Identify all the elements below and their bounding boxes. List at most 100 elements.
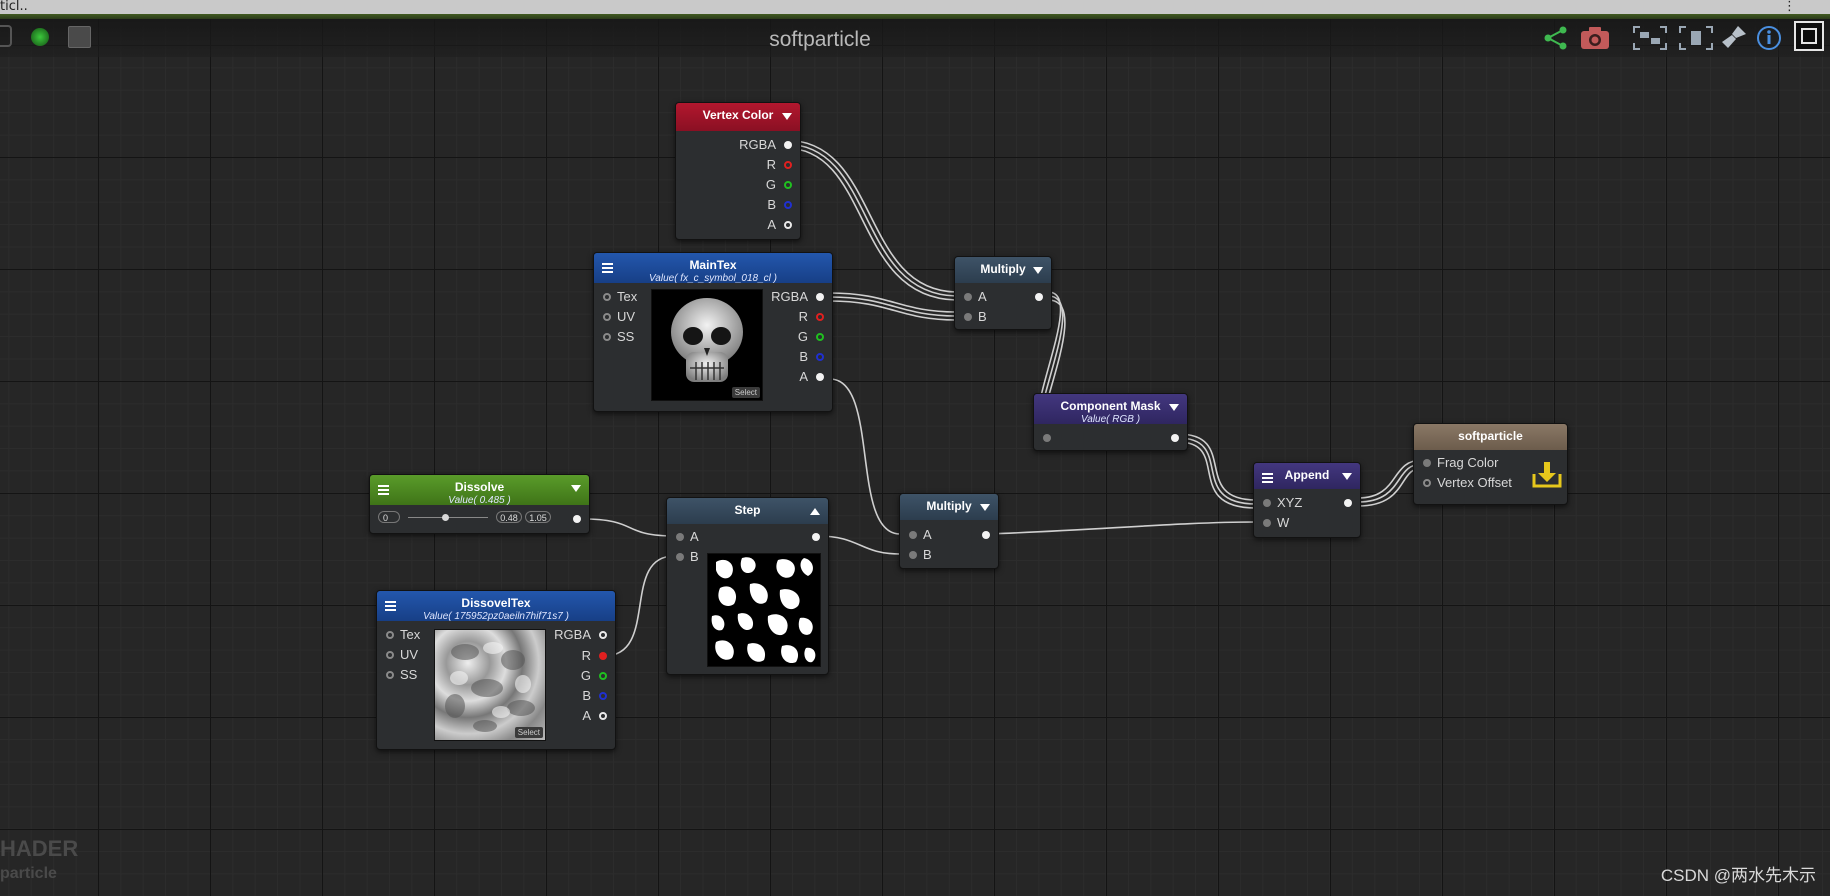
dissoveltex-node[interactable]: DissovelTex Value( 175952pz0aeiln7hif71s… (376, 590, 616, 750)
focus-selection-icon[interactable] (1632, 25, 1668, 51)
save-download-icon[interactable] (1531, 460, 1563, 490)
input-port-xyz[interactable] (1263, 499, 1271, 507)
collapse-arrow-icon[interactable] (1169, 404, 1179, 411)
input-label: A (923, 527, 932, 542)
output-port-a[interactable] (599, 712, 607, 720)
dissolve-mask-image (711, 557, 816, 664)
output-port[interactable] (982, 531, 990, 539)
input-label: XYZ (1277, 495, 1303, 510)
dissolve-header[interactable]: Dissolve Value( 0.485 ) (370, 475, 589, 506)
value-slider-thumb[interactable] (441, 514, 449, 521)
output-port-r[interactable] (816, 313, 824, 321)
output-master-node[interactable]: softparticle Frag Color Vertex Offset (1413, 423, 1568, 505)
collapse-arrow-icon[interactable] (1033, 267, 1043, 274)
output-port-r[interactable] (599, 652, 607, 660)
output-port-rgba[interactable] (816, 293, 824, 301)
share-icon[interactable] (1543, 26, 1569, 52)
input-port-ss[interactable] (386, 671, 394, 679)
multiply-header[interactable]: Multiply (900, 494, 998, 520)
info-icon[interactable] (1756, 25, 1782, 51)
output-port[interactable] (812, 533, 820, 541)
input-port-b[interactable] (909, 551, 917, 559)
collapse-arrow-icon[interactable] (782, 113, 792, 120)
output-port-a[interactable] (816, 373, 824, 381)
select-texture-button[interactable]: Select (731, 387, 760, 398)
component-mask-node[interactable]: Component Mask Value( RGB ) (1033, 393, 1188, 451)
output-port-g[interactable] (816, 333, 824, 341)
output-port[interactable] (1171, 434, 1179, 442)
vertex-color-node[interactable]: Vertex Color RGBA R G B A (675, 102, 801, 240)
input-port-a[interactable] (909, 531, 917, 539)
input-label: B (690, 549, 699, 564)
output-port[interactable] (1344, 499, 1352, 507)
output-port[interactable] (1035, 293, 1043, 301)
output-port-b[interactable] (784, 201, 792, 209)
input-port-a[interactable] (964, 293, 972, 301)
multiply-node-1[interactable]: Multiply A B (954, 256, 1052, 330)
slider-min-field[interactable]: 0 (378, 511, 400, 523)
step-header[interactable]: Step (667, 498, 828, 524)
node-menu-icon[interactable] (1262, 473, 1273, 485)
output-port-rgba[interactable] (784, 141, 792, 149)
expand-arrow-icon[interactable] (810, 508, 820, 515)
output-port-a[interactable] (784, 221, 792, 229)
shader-logo-line2: particle (0, 865, 57, 882)
output-port-r[interactable] (784, 161, 792, 169)
output-port-g[interactable] (784, 181, 792, 189)
value-slider-track[interactable] (408, 514, 488, 521)
node-menu-icon[interactable] (385, 601, 396, 613)
input-port-vertex-offset[interactable] (1423, 479, 1431, 487)
maximize-icon[interactable] (1794, 21, 1824, 51)
multiply-header[interactable]: Multiply (955, 257, 1051, 283)
output-port-b[interactable] (599, 692, 607, 700)
output-label: R (766, 157, 776, 172)
node-menu-icon[interactable] (378, 485, 389, 497)
multiply-node-2[interactable]: Multiply A B (899, 493, 999, 569)
record-icon[interactable] (0, 25, 12, 47)
step-result-preview (707, 553, 821, 667)
collapse-arrow-icon[interactable] (571, 485, 581, 492)
noise-texture-preview[interactable]: Select (434, 629, 546, 741)
select-texture-button[interactable]: Select (514, 727, 543, 738)
focus-node-icon[interactable] (1678, 25, 1714, 51)
input-port-frag-color[interactable] (1423, 459, 1431, 467)
append-header[interactable]: Append (1254, 463, 1360, 489)
step-node[interactable]: Step A B (666, 497, 829, 675)
dissolve-node[interactable]: Dissolve Value( 0.485 ) 0 0.48 1.05 (369, 474, 590, 534)
wire-step-to-multiply2 (817, 535, 901, 555)
output-port-rgba[interactable] (599, 631, 607, 639)
input-port-b[interactable] (676, 553, 684, 561)
input-label: UV (400, 647, 419, 662)
maintex-header[interactable]: MainTex Value( fx_c_symbol_018_cl ) (594, 253, 832, 284)
input-port-ss[interactable] (603, 333, 611, 341)
input-port-uv[interactable] (603, 313, 611, 321)
collapse-arrow-icon[interactable] (1342, 473, 1352, 480)
input-port-a[interactable] (676, 533, 684, 541)
settings-panel-icon[interactable] (68, 26, 91, 48)
output-port-g[interactable] (599, 672, 607, 680)
output-header[interactable]: softparticle (1414, 424, 1567, 450)
node-menu-icon[interactable] (602, 263, 613, 275)
maintex-node[interactable]: MainTex Value( fx_c_symbol_018_cl ) Tex … (593, 252, 833, 412)
append-node[interactable]: Append XYZ W (1253, 462, 1361, 538)
component-mask-header[interactable]: Component Mask Value( RGB ) (1034, 394, 1187, 425)
collapse-arrow-icon[interactable] (980, 504, 990, 511)
output-port-b[interactable] (816, 353, 824, 361)
camera-icon[interactable] (1580, 26, 1610, 52)
output-port[interactable] (573, 515, 581, 523)
output-label: A (767, 217, 776, 232)
skull-texture-preview[interactable]: Select (651, 289, 763, 401)
input-port-tex[interactable] (603, 293, 611, 301)
input-port[interactable] (1043, 434, 1051, 442)
status-light-icon (31, 28, 49, 46)
dissoveltex-header[interactable]: DissovelTex Value( 175952pz0aeiln7hif71s… (377, 591, 615, 622)
output-label: A (582, 708, 591, 723)
clean-brush-icon[interactable] (1720, 24, 1748, 50)
input-port-b[interactable] (964, 313, 972, 321)
input-port-uv[interactable] (386, 651, 394, 659)
input-port-tex[interactable] (386, 631, 394, 639)
input-port-w[interactable] (1263, 519, 1271, 527)
slider-max-field[interactable]: 1.05 (525, 511, 551, 523)
vertex-color-header[interactable]: Vertex Color (676, 103, 800, 131)
slider-value-field[interactable]: 0.48 (496, 511, 522, 523)
